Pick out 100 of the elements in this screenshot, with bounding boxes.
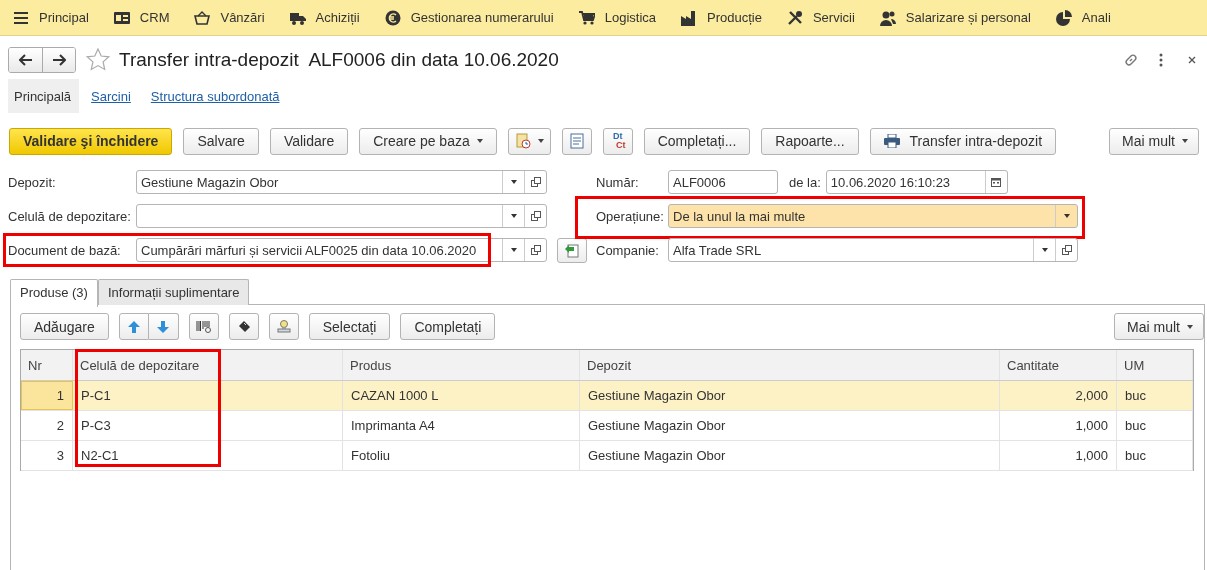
right-arrow-icon [52,54,66,66]
column-header[interactable]: Depozit [580,350,1000,380]
open-window-icon[interactable] [530,211,541,221]
close-icon[interactable] [1187,55,1197,65]
column-header[interactable]: Nr [21,350,73,380]
toolbar-button[interactable]: Rapoarte... [761,127,859,155]
table-cell: P-C3 [73,411,343,440]
calendar-icon[interactable] [991,177,1002,187]
menu-item[interactable]: Anali [1055,9,1111,26]
column-header[interactable]: Cantitate [1000,350,1117,380]
star-icon[interactable] [86,48,110,72]
column-header[interactable]: UM [1117,350,1193,380]
more-button[interactable]: Mai mult [1109,127,1199,155]
number-field[interactable]: ALF0006 [668,170,778,194]
fill-button[interactable] [557,237,587,263]
field-label: Celulă de depozitare: [7,208,132,224]
link-icon[interactable] [1123,52,1139,68]
euro-coin-icon [384,9,401,26]
table-cell: 2 [21,411,73,440]
print-button[interactable]: Transfer intra-depozit [869,127,1057,155]
back-button[interactable] [9,48,42,72]
menu-label[interactable]: Gestionarea numerarului [410,10,554,25]
table-cell: buc [1117,411,1193,440]
open-window-icon[interactable] [530,177,541,187]
post-and-close-button[interactable]: Validare şi închidere [9,127,173,155]
menu-item[interactable]: Achiziții [289,9,360,26]
menu-label[interactable]: Achiziții [315,10,360,25]
more-button[interactable]: Mai mult [1114,313,1204,340]
table-cell: Fotoliu [343,441,580,470]
company-field[interactable]: Alfa Trade SRL [668,238,1078,262]
barcode-button[interactable] [188,313,219,340]
cart-icon [578,9,595,26]
menu-label[interactable]: CRM [139,10,170,25]
menu-item[interactable]: Gestionarea numerarului [384,9,554,26]
input-field[interactable]: Gestiune Magazin Obor [136,170,547,194]
open-window-icon[interactable] [1061,245,1072,255]
column-header[interactable]: Celulă de depozitare [73,350,343,380]
table-cell: Gestiune Magazin Obor [580,441,1000,470]
menu-item[interactable]: CRM [113,9,170,26]
menu-item[interactable]: Principal [13,9,89,26]
table-cell: CAZAN 1000 L [343,381,580,410]
field-label: de la: [788,174,822,190]
table-row[interactable]: 2 P-C3 Imprimanta A4 Gestiune Magazin Obor 1,000 buc [21,411,1193,441]
table-cell: N2-C1 [73,441,343,470]
document-clock-button[interactable] [507,127,551,155]
table-cell: 3 [21,441,73,470]
section-link[interactable]: Structura subordonată [150,88,280,104]
open-window-icon[interactable] [530,245,541,255]
menu-label[interactable]: Servicii [812,10,855,25]
forward-button[interactable] [42,48,75,72]
menu-label[interactable]: Logistica [604,10,656,25]
menu-label[interactable]: Principal [39,10,89,25]
menu-item[interactable]: Servicii [786,9,855,26]
move-down-button[interactable] [148,313,179,340]
toolbar-button[interactable]: Completați... [643,127,751,155]
up-arrow-icon [127,320,140,333]
column-header[interactable]: Produs [343,350,580,380]
scanner-button[interactable] [228,313,259,340]
tools-icon [786,9,803,26]
stamp-icon [275,318,292,335]
tab[interactable]: Informații suplimentare [97,279,250,305]
menu-item[interactable]: Producție [681,9,762,26]
people-icon [879,9,896,26]
toolbar-button[interactable]: Adăugare [20,313,109,340]
toolbar-button[interactable]: Validare [269,127,349,155]
document-clock-icon [514,133,531,149]
table-cell: P-C1 [73,381,343,410]
menu-item[interactable]: Logistica [578,9,656,26]
menu-label[interactable]: Salarizare și personal [905,10,1031,25]
menu-label[interactable]: Vânzări [220,10,265,25]
toolbar-button[interactable]: Completați [400,313,496,340]
operation-select[interactable]: De la unul la mai multe [668,204,1078,228]
arrow-document-icon [564,242,580,258]
field-label: Operațiune: [595,208,665,224]
tab[interactable]: Produse (3) [10,279,98,307]
menu-item[interactable]: Salarizare și personal [879,9,1031,26]
table-row[interactable]: 3 N2-C1 Fotoliu Gestiune Magazin Obor 1,000 buc [21,441,1193,471]
section-link[interactable]: Principală [8,79,80,113]
field-label: Document de bază: [7,242,122,258]
table-cell: buc [1117,441,1193,470]
input-field[interactable] [136,204,547,228]
menu-icon [13,9,29,26]
date-field[interactable]: 10.06.2020 16:10:23 [825,170,1008,194]
table-row[interactable]: 1 P-C1 CAZAN 1000 L Gestiune Magazin Obor 2,000 buc [21,381,1193,411]
down-arrow-icon [157,320,170,333]
dt-ct-button[interactable]: Dt Ct [602,127,633,155]
input-field[interactable]: Cumpărări mărfuri și servicii ALF0025 din data 10.06.2020 [136,238,547,262]
table-cell: 2,000 [1000,381,1117,410]
table-cell: buc [1117,381,1193,410]
move-up-button[interactable] [118,313,149,340]
table-cell: Gestiune Magazin Obor [580,411,1000,440]
menu-label[interactable]: Producție [707,10,762,25]
document-icon [569,133,584,149]
menu-item[interactable]: Vânzări [194,9,265,26]
section-link[interactable]: Sarcini [91,88,131,104]
menu-label[interactable]: Anali [1081,10,1111,25]
dropdown-button[interactable]: Creare pe baza [359,127,497,155]
toolbar-button[interactable]: Selectați [308,313,391,340]
toolbar-button[interactable]: Salvare [183,127,259,155]
stamp-button[interactable] [268,313,299,340]
